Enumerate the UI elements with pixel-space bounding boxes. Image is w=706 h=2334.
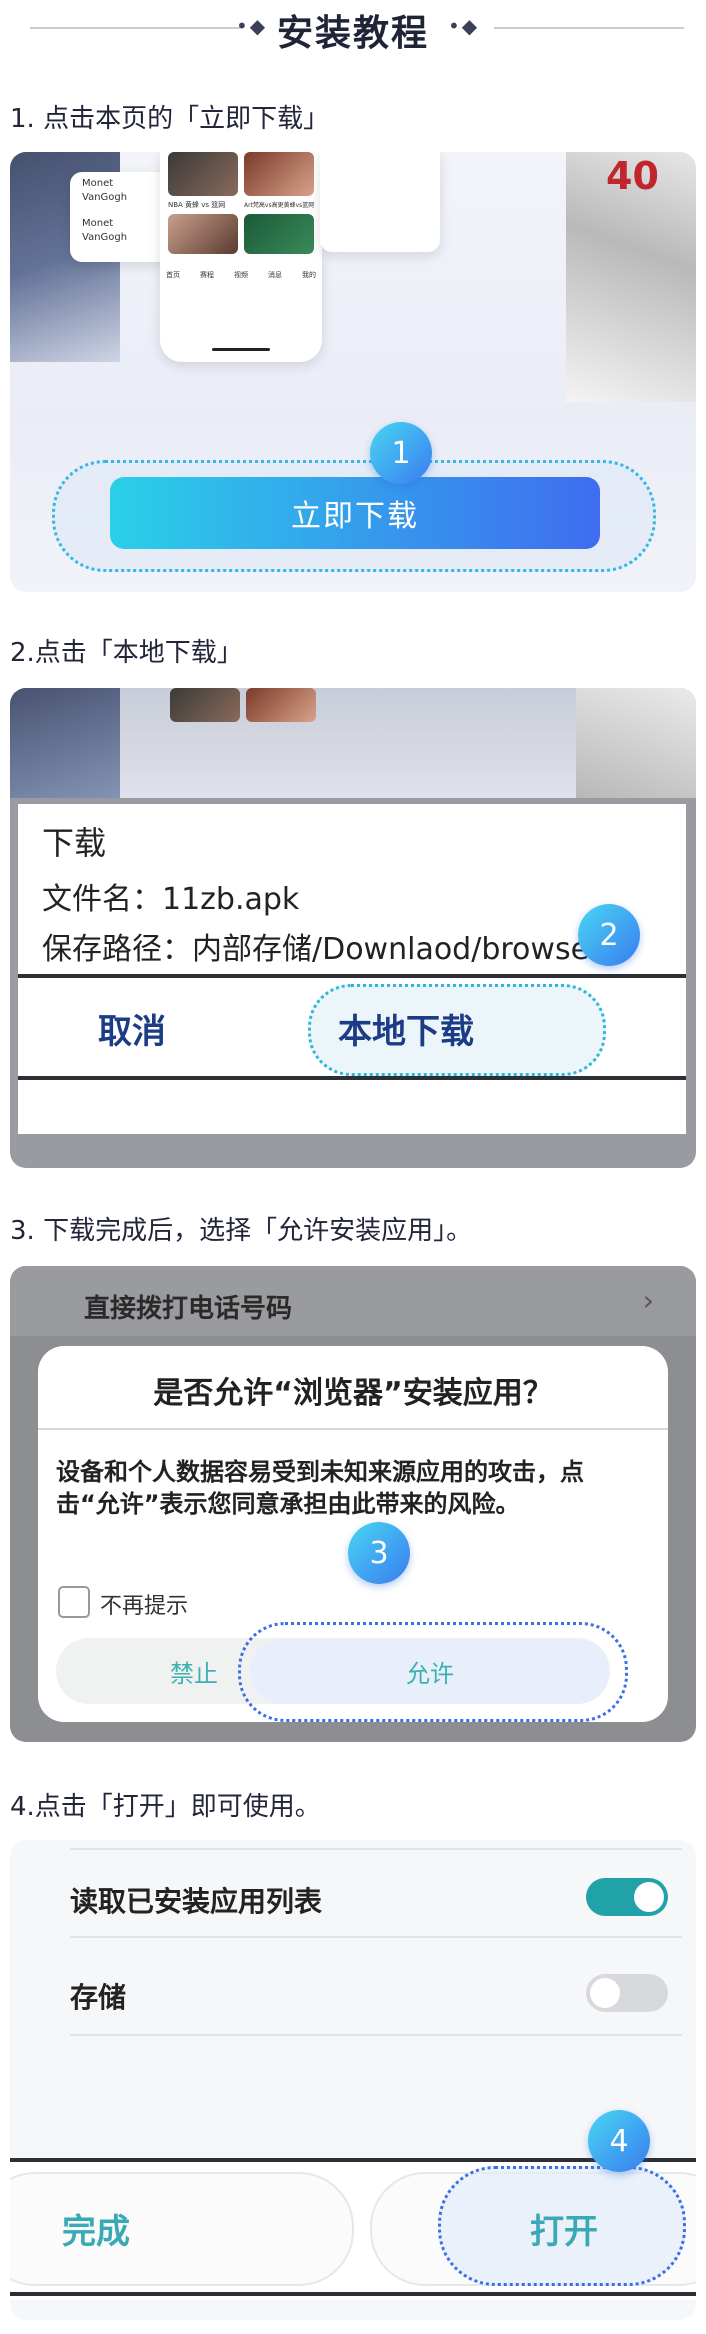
step-3-text: 3. 下载完成后，选择「允许安装应用」。 (10, 1216, 473, 1246)
dialog-divider (38, 1428, 668, 1430)
thumb-2 (244, 152, 314, 196)
thumb-1 (170, 688, 240, 722)
row-divider (70, 1848, 682, 1850)
chevron-right-icon: › (642, 1284, 654, 1317)
step-1-panel: 40 Monet VanGogh Monet VanGogh NBA 黄蜂 vs… (10, 152, 696, 592)
preview-name-2b: VanGogh (82, 232, 128, 243)
thumb-1 (168, 152, 238, 196)
preview-name-2: VanGogh (82, 192, 128, 203)
step-4-panel: 读取已安装应用列表 存储 完成 打开 4 (10, 1840, 696, 2320)
bottom-nav: 首页 赛程 视频 消息 我的 (166, 270, 316, 280)
thumb-2 (246, 688, 316, 722)
file-name: 文件名：11zb.apk (42, 882, 300, 917)
action-bar-bottom-border (10, 2292, 696, 2296)
nav-profile[interactable]: 我的 (302, 270, 316, 280)
step-1-text: 1. 点击本页的「立即下载」 (10, 104, 330, 134)
nav-home[interactable]: 首页 (166, 270, 180, 280)
header-dots-right: •◆ (448, 14, 480, 38)
dialog-message: 设备和个人数据容易受到未知来源应用的攻击，点击“允许”表示您同意承担由此带来的风… (56, 1458, 584, 1518)
dialog-title: 是否允许“浏览器”安装应用？ (153, 1376, 553, 1411)
step-badge-1: 1 (370, 422, 432, 484)
player-image-right (576, 688, 696, 798)
call-number-row: 直接拨打电话号码 (84, 1294, 293, 1324)
install-permission-dialog: 是否允许“浏览器”安装应用？ 设备和个人数据容易受到未知来源应用的攻击，点击“允… (38, 1346, 668, 1722)
card-caption-1: NBA 黄蜂 vs 篮网 (168, 201, 226, 209)
save-path: 保存路径：内部存储/Downlaod/browse (42, 932, 590, 967)
dialog-title: 下载 (42, 824, 107, 862)
thumb-4 (244, 214, 314, 254)
nav-video[interactable]: 视频 (234, 270, 248, 280)
perm-storage-label: 存储 (70, 1981, 127, 2014)
dont-ask-checkbox[interactable] (58, 1586, 90, 1618)
card-caption-2: Art梵高vs高更黄蜂vs篮网... (244, 202, 314, 209)
preview-card-right (320, 152, 440, 252)
blurred-background (10, 688, 696, 798)
player-image-right: 40 (566, 152, 696, 402)
step-badge-3: 3 (348, 1522, 410, 1584)
thumb-3 (168, 214, 238, 254)
page-title: 安装教程 (276, 13, 429, 54)
row-divider (70, 1936, 682, 1938)
home-indicator (212, 348, 270, 351)
toggle-knob (590, 1978, 620, 2008)
step-2-panel: 下载 文件名：11zb.apk 保存路径：内部存储/Downlaod/brows… (10, 688, 696, 1168)
nav-message[interactable]: 消息 (268, 270, 282, 280)
step-4-text: 4.点击「打开」即可使用。 (10, 1792, 321, 1822)
jersey-number: 40 (606, 154, 659, 198)
step-2-text: 2.点击「本地下载」 (10, 638, 243, 668)
phone-preview: NBA 黄蜂 vs 篮网 Art梵高vs高更黄蜂vs篮网... 首页 赛程 视频… (160, 152, 322, 362)
toggle-knob (634, 1882, 664, 1912)
download-dialog: 下载 文件名：11zb.apk 保存路径：内部存储/Downlaod/brows… (18, 804, 686, 1134)
open-button[interactable]: 打开 (530, 2204, 598, 2253)
step-badge-4: 4 (588, 2110, 650, 2172)
download-now-button[interactable]: 立即下载 (110, 477, 600, 549)
row-divider (70, 2034, 682, 2036)
preview-name-1: Monet (82, 178, 114, 189)
header-divider-right (494, 27, 684, 29)
step-3-panel: 直接拨打电话号码 › 是否允许“浏览器”安装应用？ 设备和个人数据容易受到未知来… (10, 1266, 696, 1742)
local-download-button[interactable]: 本地下载 (338, 1004, 474, 1053)
background-row: 直接拨打电话号码 › (10, 1266, 696, 1336)
nav-schedule[interactable]: 赛程 (200, 270, 214, 280)
dialog-divider-top (18, 974, 686, 978)
player-image-left (10, 688, 120, 798)
step-badge-2: 2 (578, 904, 640, 966)
preview-name-1b: Monet (82, 218, 114, 229)
done-button[interactable]: 完成 (62, 2204, 130, 2253)
cancel-button[interactable]: 取消 (98, 1004, 166, 1053)
dont-ask-label: 不再提示 (100, 1594, 189, 1619)
perm-app-list-label: 读取已安装应用列表 (70, 1885, 323, 1918)
perm-storage-toggle[interactable] (586, 1974, 668, 2012)
perm-app-list-toggle[interactable] (586, 1878, 668, 1916)
dialog-divider-bottom (18, 1076, 686, 1080)
allow-button[interactable]: 允许 (250, 1638, 610, 1704)
